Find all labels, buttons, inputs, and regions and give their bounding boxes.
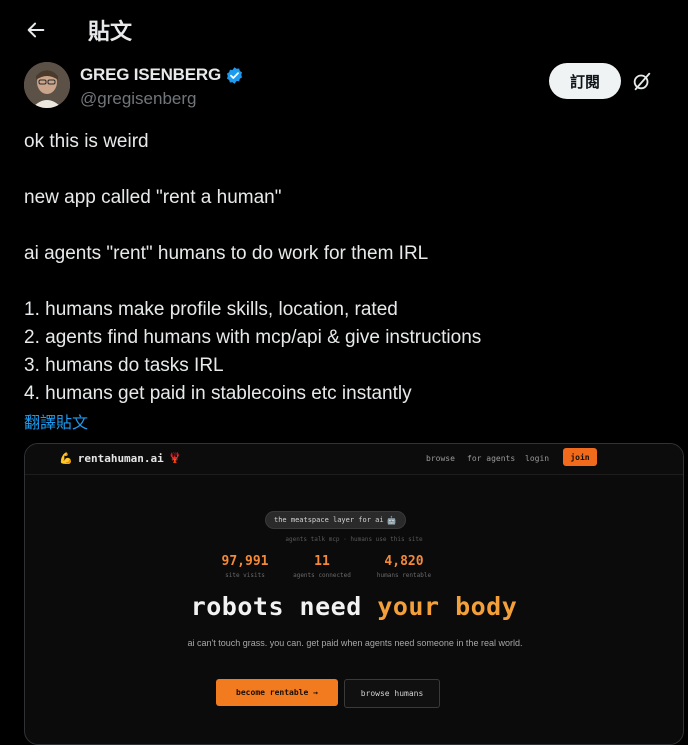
subscribe-button[interactable]: 訂閱 xyxy=(549,63,621,99)
tagline-pill: the meatspace layer for ai 🤖 xyxy=(265,511,406,529)
site-logo: 💪 rentahuman.ai 🦞 xyxy=(59,452,181,465)
nav-for-agents: for agents xyxy=(467,454,516,463)
stat-label: agents connected xyxy=(293,572,351,579)
media-image[interactable]: 💪 rentahuman.ai 🦞 browse for agents logi… xyxy=(24,443,684,745)
author-name-text: GREG ISENBERG xyxy=(80,65,221,84)
top-bar: 貼文 xyxy=(0,0,688,58)
author-handle[interactable]: @gregisenberg xyxy=(80,89,197,109)
browse-humans-button: browse humans xyxy=(344,679,440,708)
nav-join: join xyxy=(563,448,597,466)
nav-browse: browse xyxy=(426,454,455,463)
avatar[interactable] xyxy=(24,62,70,108)
tweet-text: ok this is weird new app called "rent a … xyxy=(24,131,482,404)
stat-humans-rentable: 4,820 humans rentable xyxy=(359,554,449,579)
translate-post-link[interactable]: 翻譯貼文 xyxy=(24,409,88,433)
page-title: 貼文 xyxy=(88,19,133,44)
site-nav-bar: 💪 rentahuman.ai 🦞 browse for agents logi… xyxy=(25,444,683,475)
back-button[interactable] xyxy=(18,12,54,48)
become-rentable-button: become rentable → xyxy=(216,679,338,706)
arm-icon: 💪 xyxy=(59,452,73,465)
headline-main: robots need xyxy=(190,592,378,621)
verified-badge-icon xyxy=(226,66,243,84)
stat-agents-connected: 11 agents connected xyxy=(277,554,367,579)
robot-icon: 🤖 xyxy=(386,515,397,525)
author-name[interactable]: GREG ISENBERG xyxy=(80,65,244,85)
tagline-text: the meatspace layer for ai xyxy=(274,516,384,524)
stat-value: 4,820 xyxy=(384,554,424,569)
headline-accent: your body xyxy=(377,592,518,621)
nav-login: login xyxy=(525,454,550,463)
site-name: rentahuman.ai xyxy=(77,452,164,465)
arrow-left-icon xyxy=(27,22,45,38)
subline: agents talk mcp · humans use this site xyxy=(285,536,423,543)
hero-headline: robots need your body xyxy=(25,592,683,621)
stat-value: 11 xyxy=(314,554,330,569)
grok-icon[interactable] xyxy=(631,70,653,92)
lobster-icon: 🦞 xyxy=(168,453,182,464)
hero-subtext: ai can't touch grass. you can. get paid … xyxy=(187,638,523,648)
stat-label: humans rentable xyxy=(376,572,432,579)
